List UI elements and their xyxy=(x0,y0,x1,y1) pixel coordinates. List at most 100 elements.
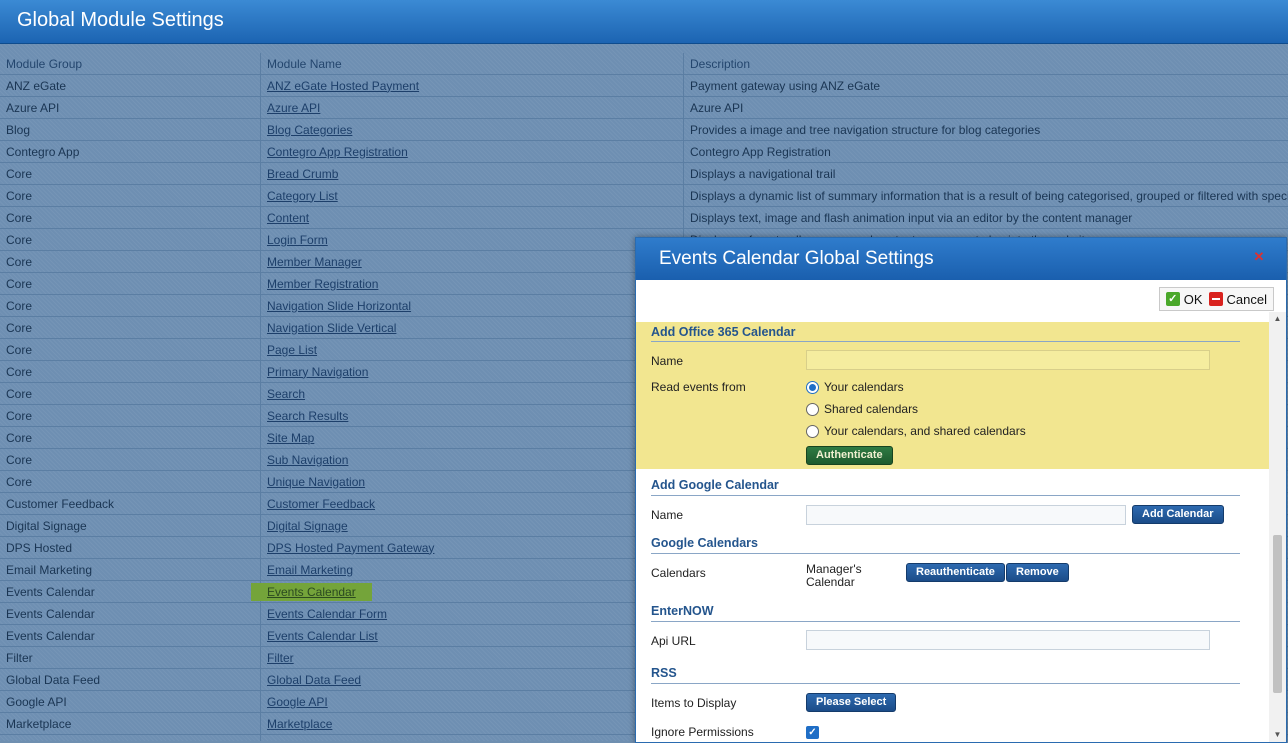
table-row: CoreContentDisplays text, image and flas… xyxy=(0,207,1288,229)
table-row: Contegro AppContegro App RegistrationCon… xyxy=(0,141,1288,163)
module-group-cell: Azure API xyxy=(0,97,261,119)
module-group-cell: Core xyxy=(0,361,261,383)
divider xyxy=(651,683,1240,684)
divider xyxy=(651,621,1240,622)
module-group-cell: Core xyxy=(0,251,261,273)
office365-section: Add Office 365 Calendar Name Read events… xyxy=(636,322,1269,469)
table-row: Core Bread Crumb Displays a navigational t… xyxy=(0,163,1288,185)
dialog-actions: ✓ OK Cancel xyxy=(1159,287,1274,311)
radio-icon[interactable] xyxy=(806,403,819,416)
module-name-link[interactable]: Google API xyxy=(267,695,328,709)
module-name-link[interactable]: Member Registration xyxy=(267,277,378,291)
module-name-cell: Digital Signage xyxy=(261,515,684,537)
module-group-cell: Marketplace xyxy=(0,713,261,735)
radio-your-calendars[interactable]: Your calendars xyxy=(806,380,904,394)
reauthenticate-button[interactable]: Reauthenticate xyxy=(906,563,1005,582)
radio-your-and-shared-calendars[interactable]: Your calendars, and shared calendars xyxy=(806,424,1026,438)
module-name-cell: Member Registration xyxy=(261,273,684,295)
scroll-up-icon[interactable]: ▲ xyxy=(1269,312,1286,326)
module-group-cell: Core xyxy=(0,317,261,339)
module-group-cell: Core xyxy=(0,273,261,295)
module-name-cell: Page List xyxy=(261,339,684,361)
dialog-scrollbar[interactable]: ▲ ▼ xyxy=(1269,312,1286,742)
module-name-link[interactable]: Events Calendar Form xyxy=(267,607,387,621)
google-name-input[interactable] xyxy=(806,505,1126,525)
module-group-cell: Core xyxy=(0,339,261,361)
radio-selected-icon[interactable] xyxy=(806,381,819,394)
module-group-cell: Google API xyxy=(0,691,261,713)
ignore-permissions-checkbox[interactable]: ✓ xyxy=(806,726,819,739)
module-group-cell: Customer Feedback xyxy=(0,493,261,515)
module-name-link[interactable]: Blog Categories xyxy=(267,123,352,137)
module-name-cell: Site Map xyxy=(261,427,684,449)
module-name-link[interactable]: Digital Signage xyxy=(267,519,348,533)
module-description-cell: Azure API xyxy=(684,97,1288,119)
ok-button[interactable]: ✓ OK xyxy=(1166,292,1203,307)
module-name-cell: Events Calendar List xyxy=(261,625,684,647)
module-name-cell: Primary Navigation xyxy=(261,361,684,383)
module-name-cell: Events Calendar Form xyxy=(261,603,684,625)
dialog-title: Events Calendar Global Settings xyxy=(659,248,934,270)
module-group-cell: DPS Hosted xyxy=(0,537,261,559)
module-description-cell: Displays a navigational trail xyxy=(684,163,1288,185)
scroll-thumb[interactable] xyxy=(1273,535,1282,693)
dialog-header: Events Calendar Global Settings ✕ xyxy=(636,238,1286,280)
header-module-name: Module Name xyxy=(261,53,684,75)
module-name-link[interactable]: Global Data Feed xyxy=(267,673,361,687)
module-name-link[interactable]: Filter xyxy=(267,651,294,665)
module-name-link[interactable]: Content xyxy=(267,211,309,225)
module-name-cell: Marketplace xyxy=(261,713,684,735)
module-name-link[interactable]: Sub Navigation xyxy=(267,453,348,467)
module-group-cell: Core xyxy=(0,295,261,317)
module-name-cell: Blog Categories xyxy=(261,119,684,141)
module-group-cell: Core xyxy=(0,427,261,449)
module-name-link[interactable]: Bread Crumb xyxy=(267,167,338,181)
module-name-cell: Sub Navigation xyxy=(261,449,684,471)
module-name-link[interactable]: Navigation Slide Horizontal xyxy=(267,299,411,313)
api-url-input[interactable] xyxy=(806,630,1210,650)
close-icon[interactable]: ✕ xyxy=(1252,250,1266,264)
module-description-cell: Payment gateway using ANZ eGate xyxy=(684,75,1288,97)
add-calendar-button[interactable]: Add Calendar xyxy=(1132,505,1224,524)
authenticate-button[interactable]: Authenticate xyxy=(806,446,893,465)
module-name-link[interactable]: Member Manager xyxy=(267,255,362,269)
module-name-link[interactable]: Email Marketing xyxy=(267,563,353,577)
module-name-link[interactable]: Navigation Slide Vertical xyxy=(267,321,396,335)
module-name-link[interactable]: Search xyxy=(267,387,305,401)
module-name-link[interactable]: Category List xyxy=(267,189,338,203)
module-name-link[interactable]: Page List xyxy=(267,343,317,357)
module-group-cell: Core xyxy=(0,229,261,251)
module-name-link[interactable]: ANZ eGate Hosted Payment xyxy=(267,79,419,93)
module-name-link[interactable]: Search Results xyxy=(267,409,348,423)
module-name-link[interactable]: DPS Hosted Payment Gateway xyxy=(267,541,434,555)
remove-button[interactable]: Remove xyxy=(1006,563,1069,582)
radio-icon[interactable] xyxy=(806,425,819,438)
module-group-cell: Digital Signage xyxy=(0,515,261,537)
module-name-link[interactable]: Primary Navigation xyxy=(267,365,368,379)
module-name-link[interactable]: Events Calendar xyxy=(251,583,372,601)
radio-shared-calendars[interactable]: Shared calendars xyxy=(806,402,918,416)
module-name-link[interactable]: Azure API xyxy=(267,101,320,115)
office365-name-input[interactable] xyxy=(806,350,1210,370)
module-name-link[interactable]: Customer Feedback xyxy=(267,497,375,511)
module-group-cell: Core xyxy=(0,163,261,185)
module-name-link[interactable]: Login Form xyxy=(267,233,328,247)
module-name-link[interactable]: Events Calendar List xyxy=(267,629,378,643)
rss-section-title: RSS xyxy=(651,666,677,680)
module-name-link[interactable]: Marketplace xyxy=(267,717,332,731)
module-group-cell: Email Marketing xyxy=(0,559,261,581)
module-name-link[interactable]: Unique Navigation xyxy=(267,475,365,489)
module-name-cell: Navigation Slide Vertical xyxy=(261,317,684,339)
google-calendars-section-title: Google Calendars xyxy=(651,536,758,550)
calendar-name: Manager's Calendar xyxy=(806,563,886,589)
please-select-button[interactable]: Please Select xyxy=(806,693,896,712)
module-name-cell: MicroStrategy API xyxy=(261,735,684,742)
cancel-button[interactable]: Cancel xyxy=(1209,292,1267,307)
divider xyxy=(651,341,1240,342)
divider xyxy=(651,495,1240,496)
module-name-cell: Events Calendar xyxy=(261,581,684,603)
module-name-link[interactable]: Contegro App Registration xyxy=(267,145,408,159)
module-group-cell: Events Calendar xyxy=(0,625,261,647)
module-name-link[interactable]: Site Map xyxy=(267,431,314,445)
scroll-down-icon[interactable]: ▼ xyxy=(1269,728,1286,742)
